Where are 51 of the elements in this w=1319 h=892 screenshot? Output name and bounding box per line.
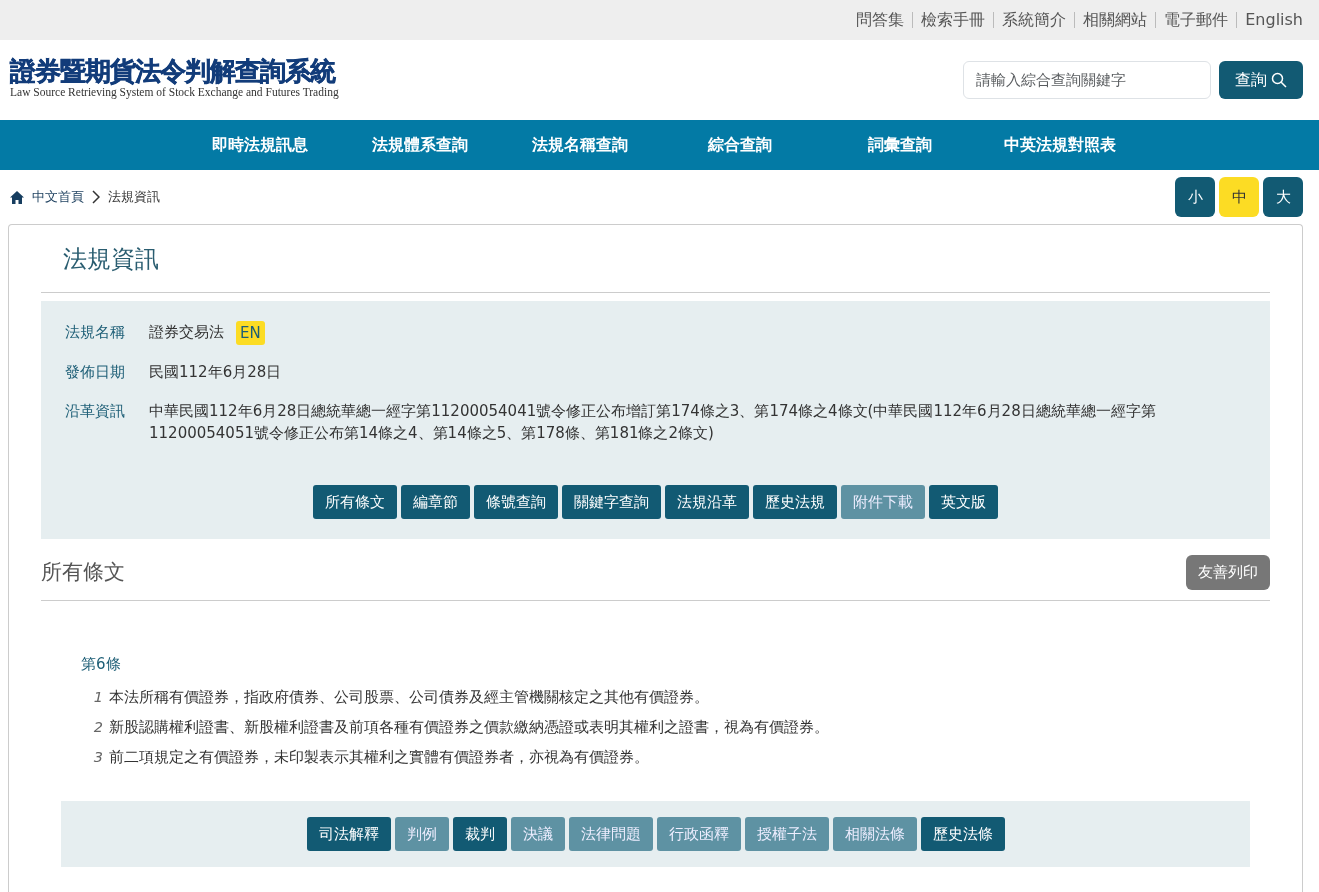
paragraph-text: 前二項規定之有價證券，未印製表示其權利之實體有價證券者，亦視為有價證券。 bbox=[109, 747, 649, 767]
nav-link[interactable]: 即時法規訊息 bbox=[179, 133, 340, 157]
action-button[interactable]: 所有條文 bbox=[313, 484, 397, 520]
field-label: 發佈日期 bbox=[65, 362, 126, 384]
breadcrumb-link[interactable]: 中文首頁 bbox=[32, 187, 84, 207]
action-button[interactable]: 裁判 bbox=[452, 816, 507, 852]
action-button[interactable]: 條號查詢 bbox=[474, 484, 558, 520]
action-button[interactable]: 法規沿革 bbox=[665, 484, 749, 520]
field-value: 中華民國112年6月28日總統華總一經字第11200054041號令修正公布增訂第174條之3、第174條之4條文(中華民國112年6月28日總統華總一經字第11200054051號令修正公布第14條之4、第14條之5、第178條、第181條之2條文) bbox=[149, 400, 1157, 445]
font-size-button[interactable]: 小 bbox=[1175, 177, 1215, 217]
field-label: 沿革資訊 bbox=[65, 400, 126, 422]
top-link[interactable]: 檢索手冊 bbox=[921, 8, 986, 32]
search-icon bbox=[1271, 72, 1287, 88]
top-link[interactable]: English bbox=[1245, 8, 1303, 32]
chevron-right-icon bbox=[92, 190, 100, 204]
language-badge[interactable]: EN bbox=[236, 320, 265, 346]
paragraph-number: 3 bbox=[92, 747, 103, 767]
nav-link[interactable]: 法規名稱查詢 bbox=[499, 133, 660, 157]
top-link[interactable]: 系統簡介 bbox=[1002, 8, 1067, 32]
page-title: 法規資訊 bbox=[41, 225, 1270, 293]
field-value: 民國112年6月28日 bbox=[149, 362, 282, 384]
action-button[interactable]: 英文版 bbox=[929, 484, 998, 520]
action-button[interactable]: 司法解釋 bbox=[306, 816, 391, 852]
nav-link[interactable]: 綜合查詢 bbox=[659, 133, 820, 157]
print-button[interactable]: 友善列印 bbox=[1186, 555, 1270, 590]
site-logo-subtitle: Law Source Retrieving System of Stock Exchange and Futures Trading bbox=[10, 85, 339, 101]
section-title: 所有條文 bbox=[41, 559, 125, 586]
paragraph-text: 本法所稱有價證券，指政府債券、公司股票、公司債券及經主管機關核定之其他有價證券。 bbox=[109, 688, 709, 708]
paragraph-number: 1 bbox=[92, 688, 103, 708]
law-name-link[interactable]: 證券交易法 bbox=[149, 320, 224, 344]
field-label: 法規名稱 bbox=[65, 321, 126, 343]
top-link[interactable]: 相關網站 bbox=[1083, 8, 1148, 32]
top-link[interactable]: 問答集 bbox=[856, 8, 905, 32]
nav-link[interactable]: 詞彙查詢 bbox=[819, 133, 980, 157]
breadcrumb-current: 法規資訊 bbox=[108, 188, 160, 207]
action-button[interactable]: 歷史法規 bbox=[753, 484, 837, 520]
search-button[interactable]: 查詢 bbox=[1219, 61, 1303, 99]
top-link[interactable]: 電子郵件 bbox=[1164, 8, 1229, 32]
search-field[interactable]: 請輸入綜合查詢關鍵字 bbox=[963, 61, 1211, 99]
nav-link[interactable]: 法規體系查詢 bbox=[339, 133, 500, 157]
paragraph-number: 2 bbox=[92, 718, 103, 738]
font-size-button[interactable]: 大 bbox=[1263, 177, 1303, 217]
article-title: 第6條 bbox=[81, 653, 122, 675]
paragraph-text: 新股認購權利證書、新股權利證書及前項各種有價證券之價款繳納憑證或表明其權利之證書，視為有價證券。 bbox=[109, 718, 829, 738]
font-size-button[interactable]: 中 bbox=[1219, 177, 1259, 217]
action-button[interactable]: 關鍵字查詢 bbox=[562, 484, 661, 520]
nav-link[interactable]: 中英法規對照表 bbox=[979, 133, 1140, 157]
site-logo-title[interactable]: 證券暨期貨法令判解查詢系統 bbox=[10, 58, 339, 85]
action-button[interactable]: 歷史法條 bbox=[920, 816, 1005, 852]
home-icon bbox=[10, 190, 24, 204]
action-button[interactable]: 編章節 bbox=[401, 484, 470, 520]
